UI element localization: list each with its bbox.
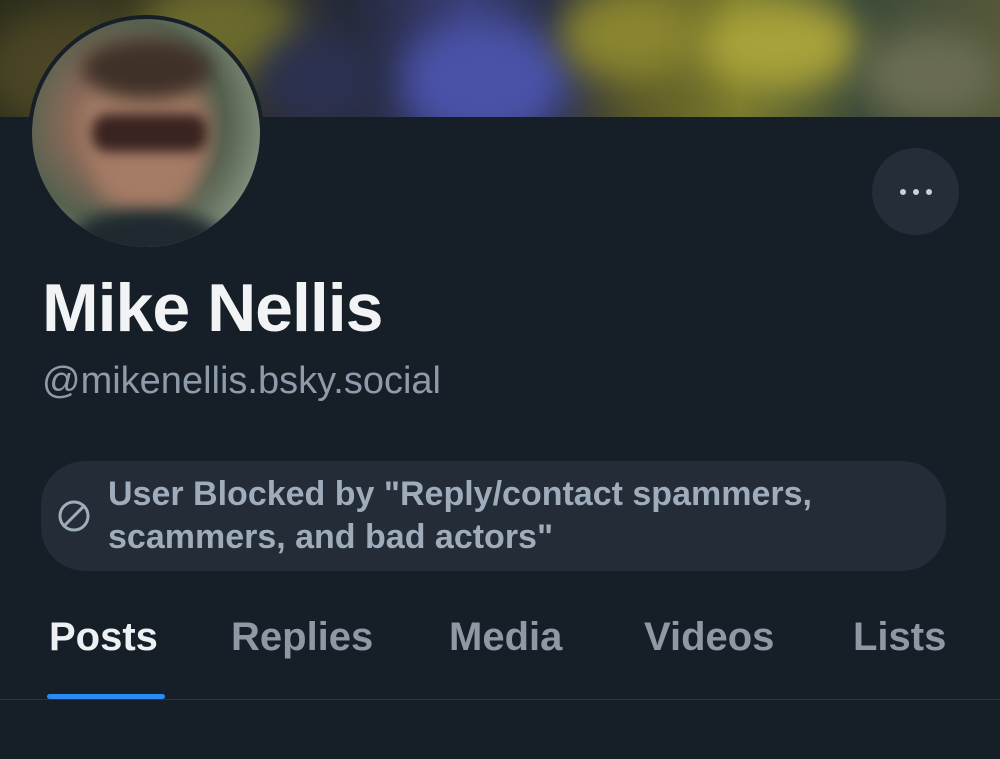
tab-lists[interactable]: Lists bbox=[853, 612, 946, 662]
tab-replies[interactable]: Replies bbox=[231, 612, 373, 662]
more-options-button[interactable] bbox=[872, 148, 959, 235]
profile-handle: @mikenellis.bsky.social bbox=[42, 360, 441, 402]
ban-icon bbox=[58, 500, 90, 532]
display-name: Mike Nellis bbox=[42, 270, 383, 346]
tab-videos[interactable]: Videos bbox=[644, 612, 774, 662]
tab-media[interactable]: Media bbox=[449, 612, 562, 662]
blocked-notice-text: User Blocked by "Reply/contact spammers,… bbox=[108, 475, 812, 556]
blocked-user-notice[interactable]: User Blocked by "Reply/contact spammers,… bbox=[41, 461, 946, 571]
active-tab-indicator bbox=[47, 694, 165, 699]
avatar[interactable] bbox=[28, 15, 264, 251]
tab-posts[interactable]: Posts bbox=[49, 612, 158, 662]
ellipsis-icon bbox=[899, 188, 932, 195]
profile-tabs: Posts Replies Media Videos Lists bbox=[0, 600, 1000, 700]
